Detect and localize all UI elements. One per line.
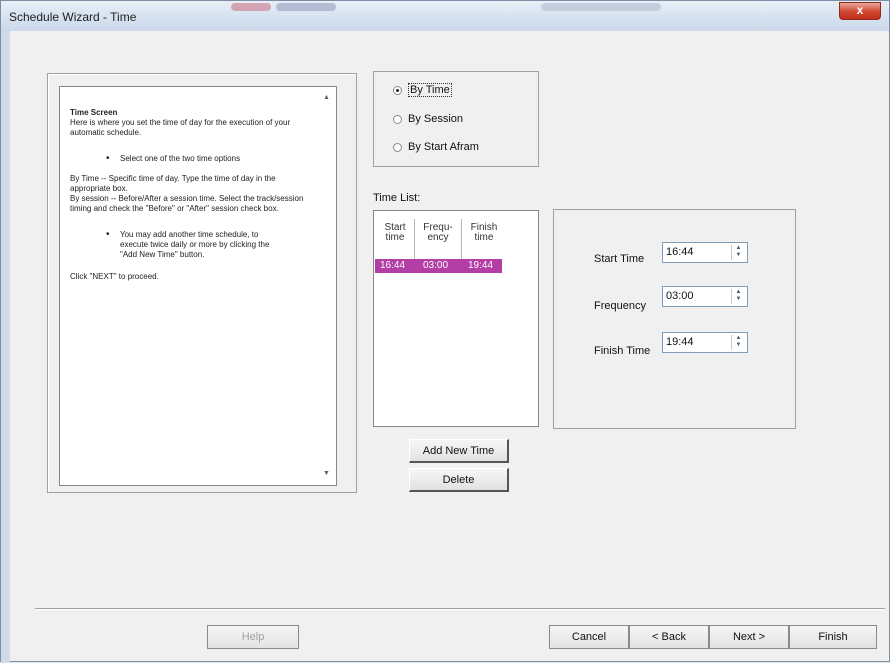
- help-button[interactable]: Help: [207, 625, 299, 649]
- header-line: time: [474, 232, 494, 243]
- column-divider: [461, 219, 462, 263]
- finish-time-field[interactable]: 19:44 ▲ ▼: [662, 332, 748, 353]
- scroll-up-icon[interactable]: ▲: [323, 94, 330, 101]
- help-textbox: Time Screen Here is where you set the ti…: [59, 86, 337, 486]
- scroll-down-icon[interactable]: ▼: [323, 470, 330, 477]
- schedule-wizard-window: Schedule Wizard - Time x Time Screen Her…: [0, 0, 890, 663]
- header-line: ency: [427, 232, 449, 243]
- by-start-radio[interactable]: By Start Afram: [393, 140, 479, 154]
- help-content: Time Screen Here is where you set the ti…: [70, 108, 315, 282]
- help-intro: Here is where you set the time of day fo…: [70, 118, 291, 137]
- titlebar-glare: [231, 3, 271, 11]
- radio-icon: [393, 114, 402, 124]
- by-time-radio[interactable]: By Time: [393, 83, 452, 97]
- spin-down-icon[interactable]: ▼: [732, 252, 745, 259]
- frequency-value: 03:00: [666, 290, 694, 302]
- titlebar-glare: [276, 3, 336, 11]
- spin-up-icon[interactable]: ▲: [732, 335, 745, 342]
- radio-selected-icon: [393, 85, 402, 95]
- start-time-spinner[interactable]: ▲ ▼: [731, 245, 745, 260]
- add-new-time-button[interactable]: Add New Time: [409, 439, 509, 463]
- start-time-label: Start Time: [594, 253, 645, 265]
- row-frequency: 03:00: [423, 260, 449, 271]
- help-by-session: By session -- Before/After a session tim…: [70, 194, 304, 213]
- window-frame-left: [1, 31, 10, 663]
- back-button[interactable]: < Back: [629, 625, 709, 649]
- by-start-label: By Start Afram: [408, 141, 479, 153]
- help-bullet: Select one of the two time options: [70, 154, 315, 164]
- cancel-button[interactable]: Cancel: [549, 625, 629, 649]
- column-divider: [414, 219, 415, 263]
- frequency-field[interactable]: 03:00 ▲ ▼: [662, 286, 748, 307]
- finish-time-label: Finish Time: [594, 345, 651, 357]
- time-list[interactable]: Start time Frequ- ency Finish time 16:44…: [373, 210, 539, 427]
- start-time-value: 16:44: [666, 246, 694, 258]
- column-header-frequency[interactable]: Frequ- ency: [418, 223, 458, 243]
- title-bar: Schedule Wizard - Time x: [1, 1, 889, 31]
- finish-button[interactable]: Finish: [789, 625, 877, 649]
- close-icon: x: [856, 3, 864, 17]
- by-session-label: By Session: [408, 113, 464, 125]
- close-button[interactable]: x: [839, 2, 881, 20]
- help-next-hint: Click "NEXT" to proceed.: [70, 272, 159, 281]
- spin-up-icon[interactable]: ▲: [732, 245, 745, 252]
- finish-time-value: 19:44: [666, 336, 694, 348]
- next-button[interactable]: Next >: [709, 625, 789, 649]
- start-time-field[interactable]: 16:44 ▲ ▼: [662, 242, 748, 263]
- column-header-finish[interactable]: Finish time: [465, 223, 503, 243]
- footer-separator: [35, 608, 885, 609]
- radio-icon: [393, 142, 402, 152]
- row-finish-time: 19:44: [468, 260, 494, 271]
- by-time-label: By Time: [408, 83, 452, 97]
- time-list-label: Time List:: [373, 192, 421, 204]
- time-entry-group: Start Time 16:44 ▲ ▼ Frequency 03:00 ▲ ▼ F…: [553, 209, 796, 429]
- help-heading: Time Screen: [70, 108, 118, 117]
- frequency-spinner[interactable]: ▲ ▼: [731, 289, 745, 304]
- by-session-radio[interactable]: By Session: [393, 112, 463, 126]
- column-header-start[interactable]: Start time: [378, 223, 412, 243]
- window-title: Schedule Wizard - Time: [9, 10, 137, 24]
- frequency-label: Frequency: [594, 300, 646, 312]
- help-bullet: You may add another time schedule, to ex…: [70, 230, 315, 260]
- help-scrollbar[interactable]: ▲ ▼: [319, 87, 336, 485]
- spin-down-icon[interactable]: ▼: [732, 342, 745, 349]
- row-start-time: 16:44: [380, 260, 406, 271]
- header-line: time: [385, 232, 405, 243]
- help-by-time: By Time -- Specific time of day. Type th…: [70, 174, 276, 193]
- delete-button[interactable]: Delete: [409, 468, 509, 492]
- titlebar-glare: [541, 3, 661, 11]
- schedule-type-group: By Time By Session By Start Afram: [373, 71, 539, 167]
- spin-up-icon[interactable]: ▲: [732, 289, 745, 296]
- finish-time-spinner[interactable]: ▲ ▼: [731, 335, 745, 350]
- spin-down-icon[interactable]: ▼: [732, 296, 745, 303]
